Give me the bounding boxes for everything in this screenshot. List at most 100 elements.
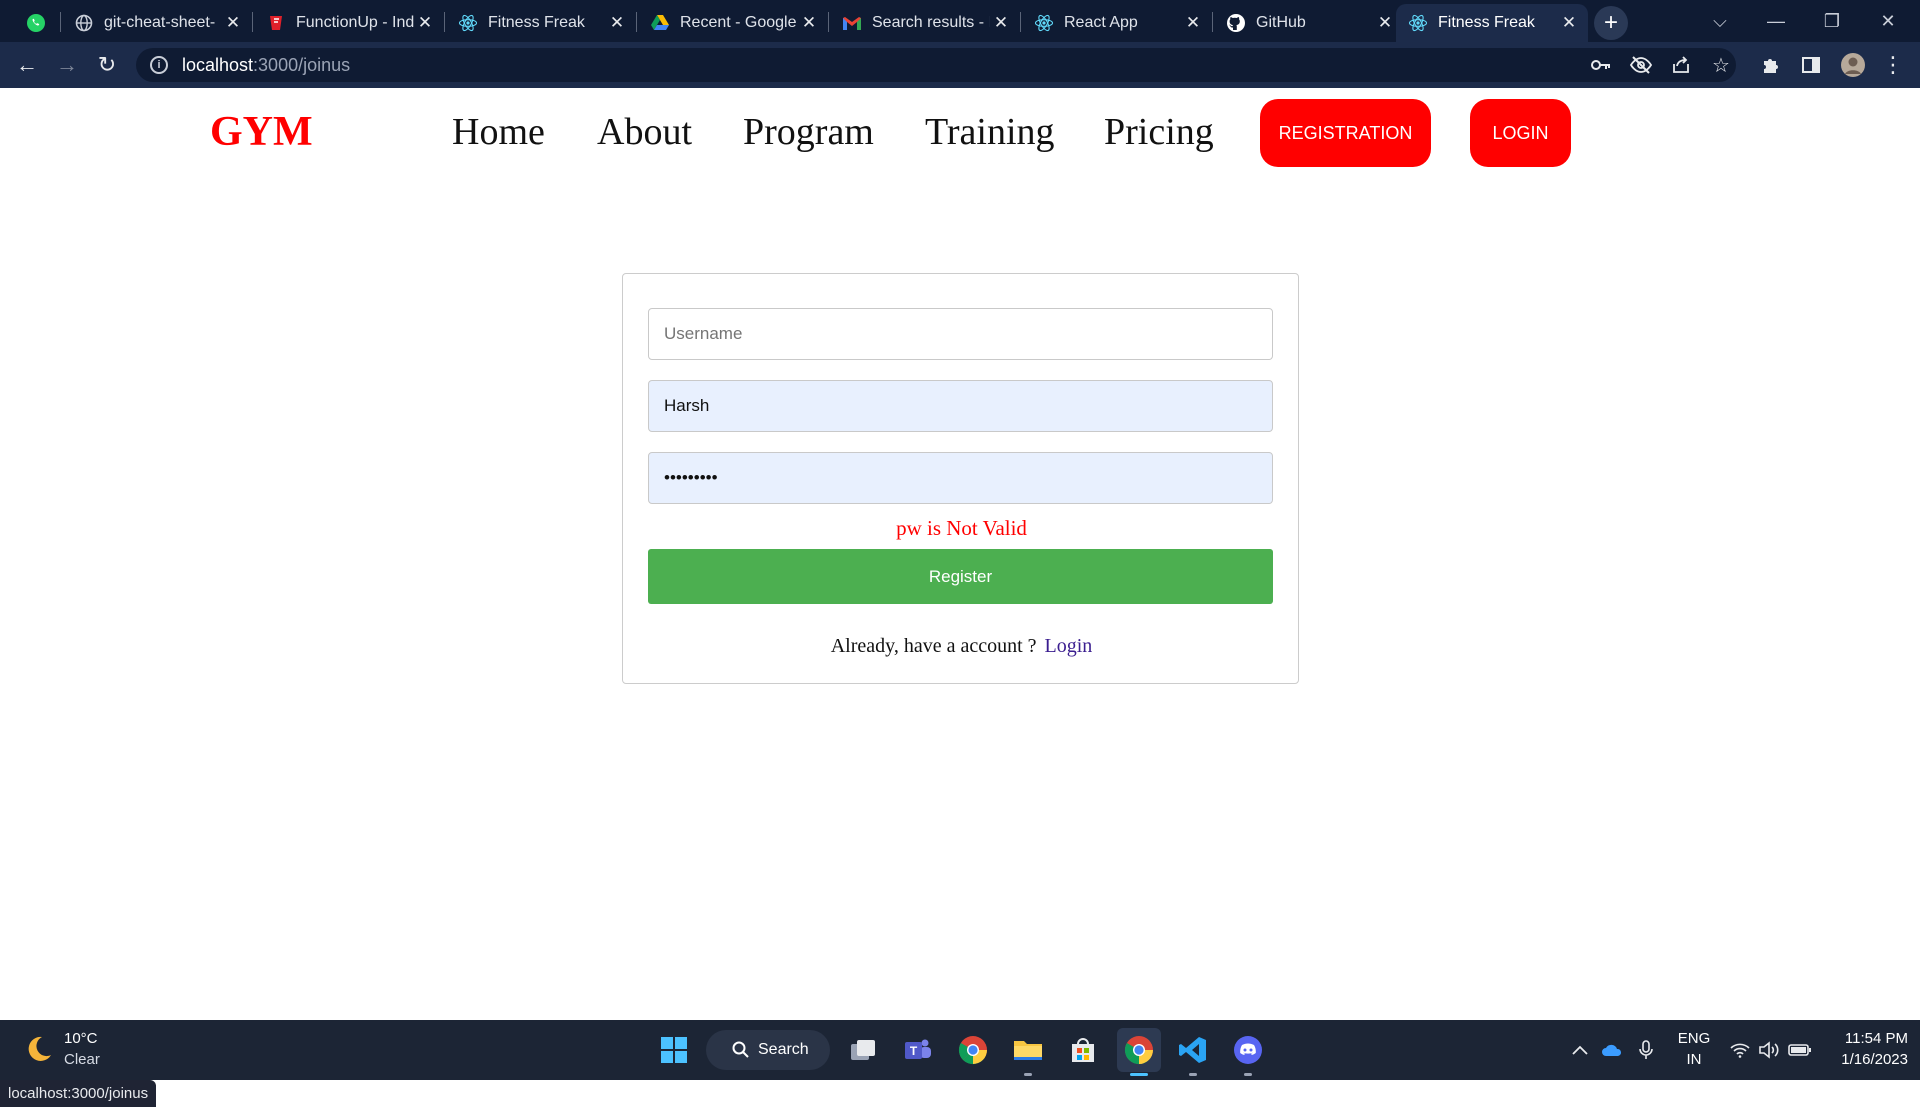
address-bar[interactable]: i localhost :3000/joinus xyxy=(136,48,1736,82)
reload-icon[interactable]: ↻ xyxy=(92,50,122,80)
eye-off-icon[interactable] xyxy=(1626,50,1656,80)
tab-github[interactable]: GitHub ✕ xyxy=(1214,4,1404,42)
windows-taskbar: 10°C Clear Search T ENG IN 11:54 PM 1/16… xyxy=(0,1020,1920,1080)
close-icon[interactable]: ✕ xyxy=(1374,12,1396,34)
clock-date[interactable]: 1/16/2023 xyxy=(1824,1051,1908,1068)
windows-start-icon[interactable] xyxy=(656,1032,692,1068)
password-key-icon[interactable] xyxy=(1586,50,1616,80)
tab-separator xyxy=(828,12,829,32)
active-indicator xyxy=(1130,1073,1148,1076)
forward-arrow-icon[interactable]: → xyxy=(52,50,82,80)
tab-search-chevron-icon[interactable]: ⌵ xyxy=(1692,0,1748,42)
tab-fitness-freak[interactable]: Fitness Freak ✕ xyxy=(446,4,636,42)
tab-whatsapp[interactable] xyxy=(14,4,60,42)
weather-temperature: 10°C xyxy=(64,1030,98,1047)
tab-google-drive[interactable]: Recent - Google ✕ xyxy=(638,4,828,42)
password-input[interactable]: ••••••••• xyxy=(648,452,1273,504)
status-bar-url: localhost:3000/joinus xyxy=(0,1080,157,1107)
google-drive-icon xyxy=(650,13,670,33)
extensions-puzzle-icon[interactable] xyxy=(1756,50,1786,80)
battery-icon[interactable] xyxy=(1786,1020,1814,1080)
nav-home[interactable]: Home xyxy=(452,110,545,154)
tab-title: Fitness Freak xyxy=(1438,14,1535,31)
moon-icon[interactable] xyxy=(24,1034,54,1064)
chrome-active-icon[interactable] xyxy=(1117,1028,1161,1072)
bookmark-star-icon[interactable]: ☆ xyxy=(1706,50,1736,80)
weather-condition: Clear xyxy=(64,1051,100,1068)
back-arrow-icon[interactable]: ← xyxy=(12,50,42,80)
login-link[interactable]: Login xyxy=(1045,635,1093,657)
tab-title: FunctionUp - Ind xyxy=(296,14,414,31)
registration-button[interactable]: REGISTRATION xyxy=(1260,99,1431,167)
tab-separator xyxy=(1212,12,1213,32)
web-page: GYM Home About Program Training Pricing … xyxy=(0,88,1920,1107)
tab-fitness-freak-active[interactable]: Fitness Freak ✕ xyxy=(1396,4,1588,42)
input-region[interactable]: IN xyxy=(1676,1051,1712,1068)
chrome-icon[interactable] xyxy=(955,1032,991,1068)
running-indicator xyxy=(1244,1073,1252,1076)
close-icon[interactable]: ✕ xyxy=(222,12,244,34)
side-panel-icon[interactable] xyxy=(1796,50,1826,80)
tab-separator xyxy=(60,12,61,32)
tab-title: git-cheat-sheet- xyxy=(104,14,216,31)
file-explorer-icon[interactable] xyxy=(1010,1032,1046,1068)
react-icon xyxy=(1408,13,1428,33)
tab-separator xyxy=(1020,12,1021,32)
onedrive-cloud-icon[interactable] xyxy=(1598,1020,1626,1080)
close-icon[interactable]: ✕ xyxy=(606,12,628,34)
nav-program[interactable]: Program xyxy=(743,110,874,154)
volume-icon[interactable] xyxy=(1756,1020,1782,1080)
nav-training[interactable]: Training xyxy=(925,110,1055,154)
tab-title: Recent - Google xyxy=(680,14,797,31)
github-icon xyxy=(1226,13,1246,33)
tab-react-app[interactable]: React App ✕ xyxy=(1022,4,1212,42)
username-input[interactable]: Username xyxy=(648,308,1273,360)
close-icon[interactable]: ✕ xyxy=(1558,12,1580,34)
input-language[interactable]: ENG xyxy=(1676,1030,1712,1047)
wifi-icon[interactable] xyxy=(1728,1020,1752,1080)
show-hidden-icons-chevron-icon[interactable] xyxy=(1568,1020,1592,1080)
teams-icon[interactable]: T xyxy=(900,1032,936,1068)
name-input[interactable]: Harsh xyxy=(648,380,1273,432)
profile-avatar[interactable] xyxy=(1838,50,1868,80)
login-button[interactable]: LOGIN xyxy=(1470,99,1571,167)
vscode-icon[interactable] xyxy=(1175,1032,1211,1068)
clock-time[interactable]: 11:54 PM xyxy=(1824,1030,1908,1047)
url-host: localhost xyxy=(182,54,254,75)
tab-title: GitHub xyxy=(1256,14,1306,31)
tab-title: Fitness Freak xyxy=(488,14,585,31)
site-info-icon[interactable]: i xyxy=(150,56,168,74)
url-path: :3000/joinus xyxy=(253,54,351,75)
microsoft-store-icon[interactable] xyxy=(1065,1032,1101,1068)
tab-git-cheat-sheet[interactable]: git-cheat-sheet- ✕ xyxy=(62,4,252,42)
taskbar-search-button[interactable]: Search xyxy=(706,1030,830,1070)
close-icon[interactable]: ✕ xyxy=(414,12,436,34)
task-view-icon[interactable] xyxy=(845,1032,881,1068)
react-icon xyxy=(458,13,478,33)
login-prompt-text: Already, have a account ? xyxy=(830,635,1037,657)
tab-separator xyxy=(636,12,637,32)
tab-gmail[interactable]: Search results - I ✕ xyxy=(830,4,1020,42)
running-indicator xyxy=(1024,1073,1032,1076)
microphone-icon[interactable] xyxy=(1634,1020,1658,1080)
running-indicator xyxy=(1189,1073,1197,1076)
site-logo[interactable]: GYM xyxy=(210,108,313,156)
nav-about[interactable]: About xyxy=(597,110,692,154)
menu-kebab-icon[interactable]: ⋮ xyxy=(1878,50,1908,80)
discord-icon[interactable] xyxy=(1230,1032,1266,1068)
close-icon[interactable]: ✕ xyxy=(1182,12,1204,34)
minimize-icon[interactable]: ― xyxy=(1748,0,1804,42)
share-icon[interactable] xyxy=(1666,50,1696,80)
close-icon[interactable]: ✕ xyxy=(990,12,1012,34)
new-tab-button[interactable]: + xyxy=(1594,6,1628,40)
close-icon[interactable]: ✕ xyxy=(798,12,820,34)
browser-toolbar: ← → ↻ i localhost :3000/joinus ☆ ⋮ xyxy=(0,42,1920,88)
tab-functionup[interactable]: FunctionUp - Ind ✕ xyxy=(254,4,444,42)
globe-icon xyxy=(74,13,94,33)
restore-icon[interactable]: ❐ xyxy=(1804,0,1860,42)
whatsapp-icon xyxy=(26,13,46,33)
register-button[interactable]: Register xyxy=(648,549,1273,604)
login-prompt: Already, have a account ? Login xyxy=(623,635,1300,658)
nav-pricing[interactable]: Pricing xyxy=(1104,110,1214,154)
window-close-icon[interactable]: ✕ xyxy=(1860,0,1916,42)
